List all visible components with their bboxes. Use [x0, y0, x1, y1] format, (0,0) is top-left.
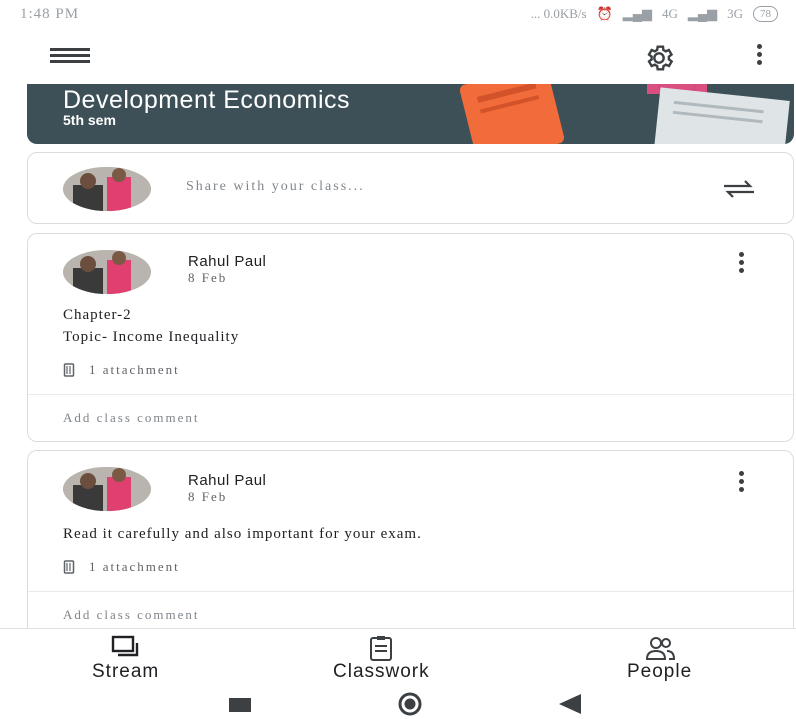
alarm-icon: ⏰	[596, 6, 613, 21]
hamburger-menu-icon[interactable]	[50, 48, 90, 66]
class-section: 5th sem	[63, 112, 116, 128]
tab-label: Stream	[92, 661, 160, 682]
network-label-2: 3G	[727, 6, 743, 21]
attachment-icon	[63, 560, 75, 574]
stream-icon	[111, 635, 138, 657]
add-comment-input[interactable]: Add class comment	[63, 410, 200, 426]
signal-icon: ▂▄▆	[687, 6, 718, 21]
back-icon[interactable]	[557, 694, 583, 714]
home-icon[interactable]	[388, 692, 432, 716]
banner-illustration	[459, 84, 790, 144]
attachment-link[interactable]: 1 attachment	[63, 362, 180, 378]
post-card[interactable]: Rahul Paul 8 Feb Chapter-2 Topic- Income…	[27, 233, 794, 442]
status-time: 1:48 PM	[20, 6, 80, 22]
battery-icon: 78	[753, 6, 778, 22]
post-body-line: Chapter-2	[63, 307, 132, 323]
post-body-line: Topic- Income Inequality	[63, 329, 240, 345]
tab-stream[interactable]: Stream	[92, 635, 159, 683]
divider	[28, 591, 793, 592]
post-author: Rahul Paul	[188, 253, 267, 270]
clipboard-icon	[370, 636, 393, 661]
post-date: 8 Feb	[188, 489, 228, 504]
status-bar: 1:48 PM ... 0.0KB/s ⏰ ▂▄▆ 4G ▂▄▆ 3G 78	[0, 0, 796, 30]
tab-label: Classwork	[333, 661, 430, 682]
status-speed: ... 0.0KB/s	[530, 6, 587, 21]
more-vertical-icon[interactable]	[734, 252, 748, 276]
app-bar	[0, 30, 796, 84]
more-vertical-icon[interactable]	[734, 471, 748, 495]
avatar	[63, 250, 151, 294]
system-navigation-bar	[0, 688, 796, 719]
add-comment-input[interactable]: Add class comment	[63, 607, 200, 623]
tab-label: People	[627, 661, 693, 682]
more-vertical-icon[interactable]	[752, 44, 766, 72]
attachment-icon	[63, 363, 75, 377]
tab-classwork[interactable]: Classwork	[333, 635, 430, 683]
post-body-line: Read it carefully and also important for…	[63, 526, 422, 542]
post-card[interactable]: Rahul Paul 8 Feb Read it carefully and a…	[27, 450, 794, 650]
tab-people[interactable]: People	[627, 635, 692, 683]
status-indicators: ... 0.0KB/s ⏰ ▂▄▆ 4G ▂▄▆ 3G 78	[531, 6, 778, 22]
post-author: Rahul Paul	[188, 472, 267, 489]
repost-icon[interactable]	[720, 177, 758, 201]
attachment-link[interactable]: 1 attachment	[63, 559, 180, 575]
class-banner[interactable]: Development Economics 5th sem	[27, 84, 794, 144]
people-icon	[645, 637, 675, 660]
gear-icon[interactable]	[643, 42, 675, 74]
divider	[28, 394, 793, 395]
network-label-1: 4G	[662, 6, 678, 21]
signal-icon: ▂▄▆	[622, 6, 652, 21]
avatar	[63, 167, 151, 211]
post-date: 8 Feb	[188, 270, 228, 285]
class-title: Development Economics	[63, 86, 351, 114]
attachment-count: 1 attachment	[89, 362, 180, 377]
share-input[interactable]: Share with your class...	[186, 179, 365, 195]
bottom-navigation: Stream Classwork People	[0, 628, 796, 688]
attachment-count: 1 attachment	[89, 559, 180, 574]
recents-icon[interactable]	[229, 698, 251, 712]
share-with-class-card[interactable]: Share with your class...	[27, 152, 794, 224]
avatar	[63, 467, 151, 511]
